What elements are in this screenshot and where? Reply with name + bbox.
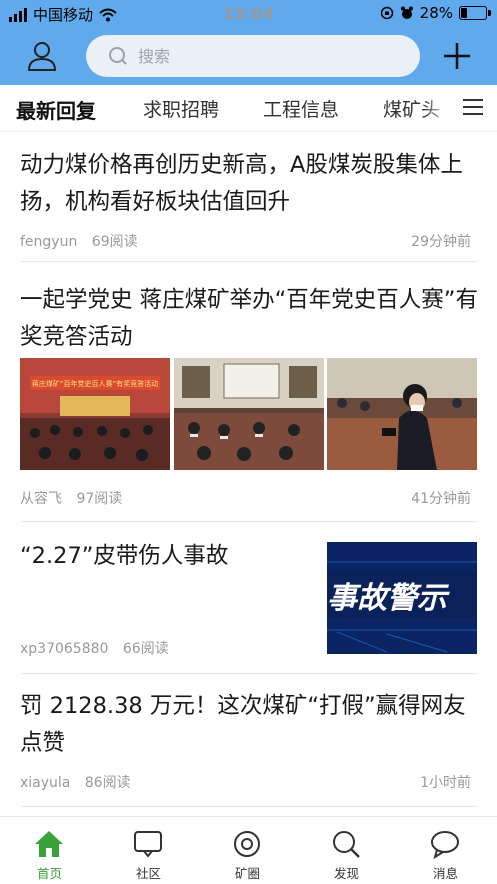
accident-warning-image: 事故警示 — [327, 542, 477, 654]
post-author: fengyun — [20, 234, 78, 250]
quiz-room-photo — [174, 358, 324, 470]
search-icon — [333, 831, 360, 858]
post-title: 一起学党史 蒋庄煤矿举办“百年党史百人赛”有奖竞答活动 — [20, 287, 478, 350]
nav-label: 矿圈 — [234, 866, 260, 881]
message-bubble-icon — [431, 831, 459, 859]
app-header: 中国移动 15:04 28% — [0, 0, 497, 85]
feed-item[interactable]: 动力煤价格再创历史新高，A股煤炭股集体上扬，机构看好板块估值回升 fengyun… — [0, 131, 497, 256]
user-profile-icon[interactable] — [24, 40, 60, 72]
post-image — [174, 358, 324, 470]
post-image: 事故警示 — [327, 542, 477, 654]
home-icon — [35, 831, 63, 857]
battery-icon — [459, 6, 491, 20]
post-author: 从容飞 — [20, 491, 62, 507]
post-title: “2.27”皮带伤人事故 — [20, 543, 229, 569]
post-meta: 从容飞 97阅读 — [20, 488, 132, 508]
post-time: 29分钟前 — [411, 234, 471, 250]
feed-item[interactable]: 一起学党史 蒋庄煤矿举办“百年党史百人赛”有奖竞答活动 蒋庄煤矿“百年党史百人赛… — [0, 262, 497, 520]
rotation-lock-icon — [380, 6, 393, 20]
post-time: 41分钟前 — [411, 491, 471, 507]
tab-engineering-info[interactable]: 工程信息 — [263, 95, 339, 122]
meeting-hall-photo: 蒋庄煤矿“百年党史百人赛”有奖竞答活动 — [20, 358, 170, 470]
participant-photo — [327, 358, 477, 470]
nav-messages[interactable]: 消息 — [396, 817, 495, 884]
battery-fill — [461, 8, 468, 18]
bottom-navigation: 首页 社区 矿圈 发现 消息 — [0, 816, 497, 884]
circle-icon — [234, 831, 260, 857]
feed-item[interactable]: 罚 2128.38 万元！这次煤矿“打假”赢得网友点赞 xiayula 86阅读… — [0, 674, 497, 806]
nav-label: 首页 — [36, 866, 62, 881]
category-tabs: 最新回复 求职招聘 工程信息 煤矿头 — [0, 85, 497, 132]
search-icon — [109, 47, 127, 65]
post-meta: xp37065880 66阅读 — [20, 638, 179, 658]
post-meta: fengyun 69阅读 — [20, 231, 148, 251]
post-views: 69阅读 — [91, 234, 138, 250]
status-bar: 中国移动 15:04 28% — [0, 0, 497, 28]
search-bar[interactable] — [86, 35, 420, 77]
nav-home[interactable]: 首页 — [0, 817, 99, 884]
nav-label: 社区 — [135, 866, 161, 881]
nav-mine-circle[interactable]: 矿圈 — [198, 817, 297, 884]
post-title: 罚 2128.38 万元！这次煤矿“打假”赢得网友点赞 — [20, 693, 466, 756]
nav-label: 发现 — [333, 866, 359, 881]
chat-box-icon — [134, 831, 162, 858]
alarm-icon — [400, 6, 413, 19]
divider — [20, 806, 477, 807]
add-post-button[interactable] — [443, 42, 471, 70]
tab-jobs[interactable]: 求职招聘 — [143, 95, 219, 122]
post-author: xp37065880 — [20, 641, 109, 657]
search-input[interactable] — [136, 45, 400, 67]
nav-label: 消息 — [432, 866, 458, 881]
banner-text: 蒋庄煤矿“百年党史百人赛”有奖竞答活动 — [32, 379, 158, 388]
tab-latest-replies[interactable]: 最新回复 — [16, 95, 96, 124]
feed-item[interactable]: “2.27”皮带伤人事故 事故警示 xp37065880 66阅读 — [0, 522, 497, 672]
post-time: 1小时前 — [420, 775, 471, 791]
post-title: 动力煤价格再创历史新高，A股煤炭股集体上扬，机构看好板块估值回升 — [20, 152, 463, 215]
nav-community[interactable]: 社区 — [99, 817, 198, 884]
post-views: 66阅读 — [122, 641, 169, 657]
tabs-menu-icon[interactable] — [463, 99, 483, 117]
post-views: 97阅读 — [76, 491, 123, 507]
post-meta: xiayula 86阅读 — [20, 772, 141, 792]
post-image — [327, 358, 477, 470]
battery-percent: 28% — [419, 4, 453, 22]
post-author: xiayula — [20, 775, 71, 791]
nav-discover[interactable]: 发现 — [297, 817, 396, 884]
thumb-text: 事故警示 — [327, 581, 450, 616]
post-views: 86阅读 — [84, 775, 131, 791]
post-image: 蒋庄煤矿“百年党史百人赛”有奖竞答活动 — [20, 358, 170, 470]
